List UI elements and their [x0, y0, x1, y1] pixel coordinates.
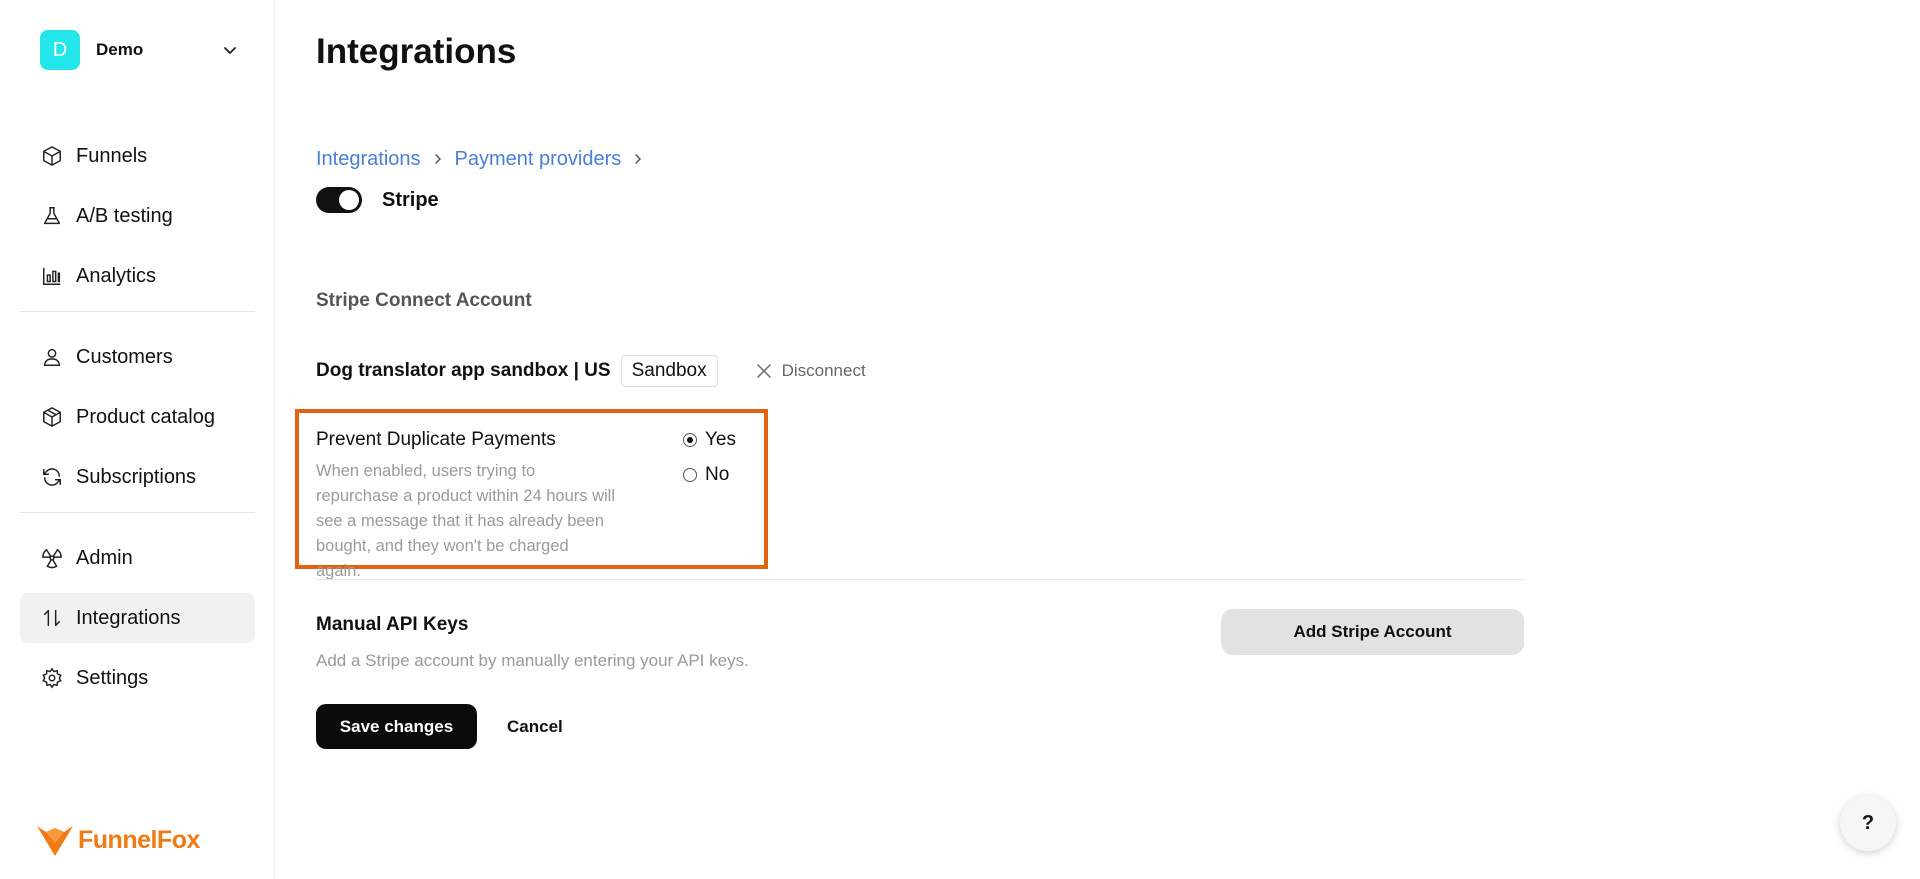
- save-changes-button[interactable]: Save changes: [316, 704, 477, 749]
- chevron-right-icon: [633, 149, 643, 170]
- account-name: Dog translator app sandbox | US: [316, 360, 611, 381]
- add-stripe-account-button[interactable]: Add Stripe Account: [1221, 609, 1524, 655]
- fox-logo-icon: [37, 826, 73, 856]
- provider-name: Stripe: [382, 188, 439, 211]
- prevent-duplicate-payments-section: Prevent Duplicate Payments When enabled,…: [295, 409, 768, 580]
- bar-chart-icon: [40, 264, 64, 288]
- sandbox-badge: Sandbox: [620, 355, 718, 387]
- sidebar-item-integrations[interactable]: Integrations: [20, 593, 255, 643]
- arrows-up-down-icon: [40, 606, 64, 630]
- sidebar-item-subscriptions[interactable]: Subscriptions: [20, 452, 255, 502]
- refresh-icon: [40, 465, 64, 489]
- cancel-button[interactable]: Cancel: [499, 704, 571, 749]
- workspace-switcher[interactable]: D Demo: [40, 30, 240, 70]
- duplicate-payments-title: Prevent Duplicate Payments: [316, 429, 556, 450]
- radio-yes[interactable]: [683, 433, 697, 447]
- flask-icon: [40, 204, 64, 228]
- provider-row: Stripe: [316, 187, 439, 213]
- radiation-icon: [40, 546, 64, 570]
- connect-account-heading: Stripe Connect Account: [316, 290, 532, 311]
- workspace-avatar: D: [40, 30, 80, 70]
- funnelfox-logo: FunnelFox: [36, 823, 200, 857]
- sidebar-item-label: Subscriptions: [76, 465, 197, 488]
- user-icon: [40, 345, 64, 369]
- breadcrumb-integrations[interactable]: Integrations: [316, 148, 421, 171]
- sidebar: D Demo Funnels A/B testing Analytics Custom…: [0, 0, 275, 879]
- radio-option-no[interactable]: No: [683, 464, 736, 486]
- disconnect-button[interactable]: Disconnect: [756, 361, 866, 381]
- help-button[interactable]: ?: [1840, 795, 1896, 851]
- sidebar-item-customers[interactable]: Customers: [20, 332, 255, 382]
- sidebar-item-label: Admin: [76, 546, 133, 569]
- radio-no[interactable]: [683, 468, 697, 482]
- sidebar-item-label: Analytics: [76, 264, 157, 287]
- sidebar-item-label: A/B testing: [76, 204, 173, 227]
- sidebar-item-funnels[interactable]: Funnels: [20, 131, 255, 181]
- sidebar-item-admin[interactable]: Admin: [20, 533, 255, 583]
- gear-icon: [40, 666, 64, 690]
- main-content: Integrations Integrations Payment provid…: [295, 0, 1526, 879]
- manual-api-keys-description: Add a Stripe account by manually enterin…: [316, 651, 749, 670]
- radio-yes-label: Yes: [705, 429, 736, 450]
- brand-name: FunnelFox: [78, 825, 200, 854]
- sidebar-item-label: Settings: [76, 666, 149, 689]
- duplicate-payments-radio-group: Yes No: [683, 429, 736, 499]
- disconnect-label: Disconnect: [781, 361, 866, 380]
- sidebar-item-label: Product catalog: [76, 405, 215, 428]
- radio-option-yes[interactable]: Yes: [683, 429, 736, 451]
- sidebar-item-label: Customers: [76, 345, 173, 368]
- manual-api-keys-title: Manual API Keys: [316, 614, 469, 635]
- page-title: Integrations: [316, 32, 517, 71]
- breadcrumb: Integrations Payment providers: [316, 148, 655, 171]
- cube-icon: [40, 144, 64, 168]
- workspace-name: Demo: [96, 40, 144, 59]
- sidebar-item-a-b-testing[interactable]: A/B testing: [20, 191, 255, 241]
- section-divider: [316, 579, 1525, 580]
- chevron-down-icon[interactable]: [220, 40, 240, 60]
- close-icon: [756, 364, 771, 378]
- sidebar-divider: [20, 311, 255, 312]
- sidebar-divider: [20, 512, 255, 513]
- chevron-right-icon: [433, 149, 443, 170]
- sidebar-item-product-catalog[interactable]: Product catalog: [20, 392, 255, 442]
- stripe-enabled-toggle[interactable]: [316, 187, 362, 213]
- sidebar-item-label: Funnels: [76, 144, 148, 167]
- sidebar-item-settings[interactable]: Settings: [20, 653, 255, 703]
- sidebar-item-label: Integrations: [76, 606, 181, 629]
- breadcrumb-payment-providers[interactable]: Payment providers: [455, 148, 622, 171]
- connected-account-row: Dog translator app sandbox | US Sandbox …: [316, 355, 866, 387]
- sidebar-item-analytics[interactable]: Analytics: [20, 251, 255, 301]
- sidebar-nav: Funnels A/B testing Analytics Customers Prod…: [20, 131, 255, 713]
- duplicate-payments-description: When enabled, users trying to repurchase…: [316, 462, 615, 580]
- toggle-knob: [339, 190, 359, 210]
- radio-no-label: No: [705, 464, 730, 485]
- package-icon: [40, 405, 64, 429]
